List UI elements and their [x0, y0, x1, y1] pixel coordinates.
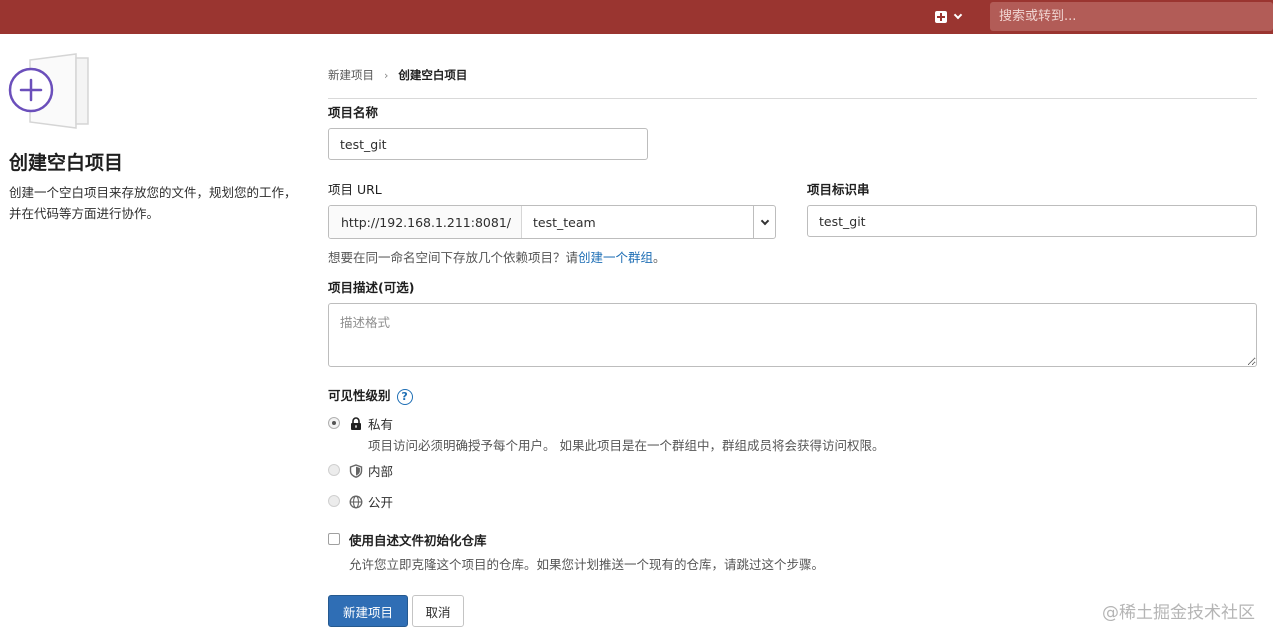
namespace-dropdown-toggle[interactable]	[753, 206, 775, 238]
radio-private-description: 项目访问必须明确授予每个用户。 如果此项目是在一个群组中，群组成员将会获得访问权…	[368, 438, 885, 453]
new-dropdown-button[interactable]	[935, 8, 971, 26]
description-textarea[interactable]	[328, 303, 1257, 367]
readme-label: 使用自述文件初始化仓库	[349, 533, 487, 548]
top-navbar	[0, 0, 1273, 34]
radio-internal-label: 内部	[368, 464, 394, 479]
project-url-group: http://192.168.1.211:8081/ test_team	[328, 205, 776, 239]
sidebar-title: 创建空白项目	[9, 152, 124, 174]
project-name-input[interactable]	[328, 128, 648, 160]
radio-private[interactable]	[328, 417, 340, 429]
help-icon[interactable]: ?	[396, 388, 413, 405]
globe-icon	[349, 495, 363, 508]
project-slug-label: 项目标识串	[807, 182, 870, 197]
breadcrumb-current: 创建空白项目	[398, 68, 468, 82]
sidebar-description: 创建一个空白项目来存放您的文件，规划您的工作，并在代码等方面进行协作。	[9, 185, 297, 221]
cancel-button[interactable]: 取消	[412, 595, 464, 627]
visibility-label-text: 可见性级别	[328, 388, 391, 403]
radio-public[interactable]	[328, 495, 340, 507]
visibility-option-internal[interactable]: 内部	[328, 461, 393, 480]
readme-description: 允许您立即克隆这个项目的仓库。如果您计划推送一个现有的仓库，请跳过这个步骤。	[349, 557, 825, 572]
header-divider	[328, 98, 1257, 99]
description-label: 项目描述(可选)	[328, 280, 415, 295]
url-prefix: http://192.168.1.211:8081/	[329, 206, 522, 238]
group-help-text: 想要在同一命名空间下存放几个依赖项目？请创建一个群组。	[328, 247, 666, 266]
group-help-suffix: 。	[653, 250, 666, 265]
chevron-down-icon	[760, 216, 769, 225]
group-help-prefix: 想要在同一命名空间下存放几个依赖项目？请	[328, 250, 579, 265]
visibility-label: 可见性级别?	[328, 385, 413, 405]
plus-icon	[935, 11, 947, 23]
radio-public-label: 公开	[368, 495, 394, 510]
breadcrumb: 新建项目 › 创建空白项目	[328, 67, 467, 83]
create-project-button[interactable]: 新建项目	[328, 595, 408, 627]
visibility-option-private[interactable]: 私有 项目访问必须明确授予每个用户。 如果此项目是在一个群组中，群组成员将会获得…	[328, 414, 884, 454]
search-input[interactable]	[990, 2, 1273, 31]
breadcrumb-separator: ›	[384, 68, 389, 82]
readme-option[interactable]: 使用自述文件初始化仓库 允许您立即克隆这个项目的仓库。如果您计划推送一个现有的仓…	[328, 530, 824, 573]
readme-checkbox[interactable]	[328, 533, 340, 545]
lock-icon	[351, 416, 361, 430]
radio-private-label: 私有	[368, 417, 394, 432]
visibility-option-public[interactable]: 公开	[328, 492, 393, 511]
blank-project-illustration-icon	[8, 53, 89, 129]
project-url-label: 项目 URL	[328, 182, 382, 197]
watermark: @稀土掘金技术社区	[1102, 603, 1255, 623]
namespace-select[interactable]: test_team	[522, 206, 753, 238]
chevron-down-icon	[953, 10, 963, 20]
breadcrumb-parent-link[interactable]: 新建项目	[328, 67, 374, 83]
create-group-link[interactable]: 创建一个群组	[578, 250, 653, 265]
radio-internal[interactable]	[328, 464, 340, 476]
project-slug-input[interactable]	[807, 205, 1257, 237]
shield-icon	[349, 463, 363, 478]
project-name-label: 项目名称	[328, 105, 379, 120]
